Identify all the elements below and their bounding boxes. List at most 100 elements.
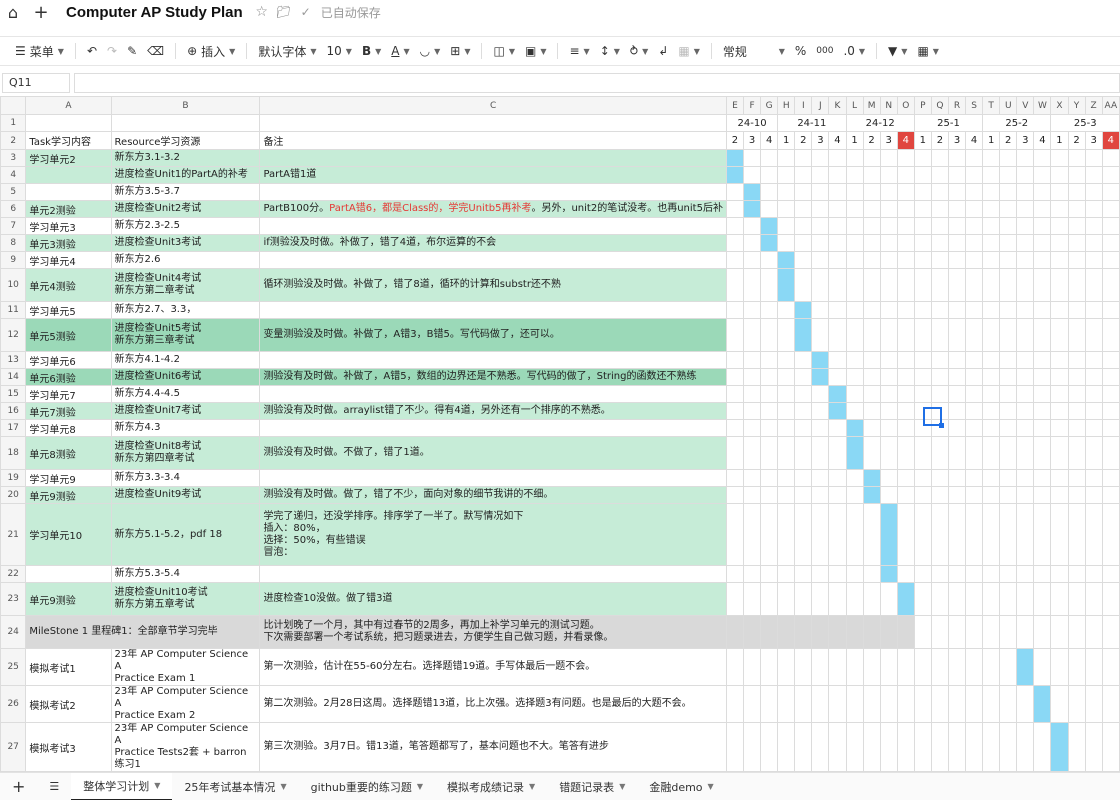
cell-reference-box[interactable]: Q11 <box>2 73 70 93</box>
week-number[interactable]: 4 <box>1033 131 1052 150</box>
gantt-cell[interactable] <box>1033 385 1052 403</box>
gantt-cell[interactable] <box>965 436 984 470</box>
month-label[interactable]: 25-2 <box>982 114 1052 132</box>
gantt-cell[interactable] <box>760 385 779 403</box>
gantt-cell[interactable] <box>896 368 915 386</box>
gantt-cell[interactable] <box>1101 503 1120 566</box>
gantt-cell[interactable] <box>845 503 864 566</box>
note-cell[interactable]: 比计划晚了一个月，其中有过春节的2周多，再加上补学习单元的测试习题。 下次需要部… <box>259 615 727 649</box>
gantt-cell[interactable] <box>1067 385 1086 403</box>
task-cell[interactable]: 单元5测验 <box>25 318 112 352</box>
task-header[interactable]: Task学习内容 <box>25 131 112 150</box>
gantt-cell[interactable] <box>845 402 864 420</box>
text-rotate-button[interactable]: ⥁ ▼ <box>625 39 653 63</box>
gantt-cell[interactable] <box>725 385 745 403</box>
gantt-cell[interactable] <box>760 183 779 201</box>
gantt-cell[interactable] <box>777 234 796 252</box>
gantt-cell[interactable] <box>1033 351 1052 369</box>
gantt-cell[interactable] <box>999 149 1018 167</box>
gantt-cell[interactable] <box>1050 149 1069 167</box>
gantt-cell[interactable] <box>794 385 813 403</box>
note-cell[interactable] <box>259 419 727 437</box>
gantt-cell[interactable] <box>845 234 864 252</box>
gantt-cell[interactable] <box>777 486 796 504</box>
row-header[interactable]: 3 <box>0 149 27 167</box>
gantt-cell[interactable] <box>777 565 796 583</box>
gantt-cell[interactable] <box>999 234 1018 252</box>
gantt-cell[interactable] <box>1016 200 1035 218</box>
clear-format-button[interactable]: ⌫ <box>142 39 169 63</box>
gantt-cell[interactable] <box>828 565 847 583</box>
gantt-cell[interactable] <box>1016 565 1035 583</box>
gantt-cell[interactable] <box>828 268 847 302</box>
column-header-J[interactable]: J <box>811 96 830 115</box>
gantt-cell[interactable] <box>1033 268 1052 302</box>
gantt-cell[interactable] <box>879 351 898 369</box>
row-header[interactable]: 14 <box>0 368 27 386</box>
gantt-cell[interactable] <box>947 648 967 686</box>
task-cell[interactable]: 单元9测验 <box>25 486 112 504</box>
table-row[interactable]: 19 学习单元9 新东方3.3-3.4 <box>0 469 1120 487</box>
gantt-cell[interactable] <box>845 217 864 235</box>
column-header-W[interactable]: W <box>1033 96 1052 115</box>
gantt-cell[interactable] <box>1050 166 1069 184</box>
gantt-cell[interactable] <box>862 436 881 470</box>
gantt-cell[interactable] <box>1101 385 1120 403</box>
gantt-cell[interactable] <box>725 318 745 352</box>
gantt-cell[interactable] <box>862 419 881 437</box>
gantt-cell[interactable] <box>1067 368 1086 386</box>
gantt-cell[interactable] <box>725 268 745 302</box>
gantt-cell[interactable] <box>896 402 915 420</box>
task-cell[interactable]: 模拟考试1 <box>25 648 112 686</box>
gantt-bar[interactable] <box>1033 685 1052 723</box>
gantt-cell[interactable] <box>982 217 1001 235</box>
gantt-cell[interactable] <box>982 183 1001 201</box>
gantt-cell[interactable] <box>1050 318 1069 352</box>
gantt-cell[interactable] <box>794 402 813 420</box>
table-row[interactable]: 24 MileStone 1 里程碑1：全部章节学习完毕 比计划晚了一个月，其中有过… <box>0 615 1120 649</box>
gantt-cell[interactable] <box>1067 149 1086 167</box>
column-header-R[interactable]: R <box>947 96 967 115</box>
gantt-cell[interactable] <box>725 486 745 504</box>
resource-cell[interactable]: 新东方4.4-4.5 <box>110 385 261 403</box>
gantt-cell[interactable] <box>760 582 779 616</box>
gantt-cell[interactable] <box>965 503 984 566</box>
row-header[interactable]: 5 <box>0 183 27 201</box>
gantt-cell[interactable] <box>862 200 881 218</box>
gantt-cell[interactable] <box>930 351 949 369</box>
gantt-cell[interactable] <box>947 318 967 352</box>
resource-cell[interactable]: 进度检查Unit6考试 <box>110 368 261 386</box>
column-header-C[interactable]: C <box>259 96 727 115</box>
gantt-cell[interactable] <box>777 722 796 772</box>
gantt-cell[interactable] <box>1033 503 1052 566</box>
spreadsheet-grid[interactable]: A B C E F G H I J K L M N O P Q R S T U V W X Y Z AA 1 24-10 24-11 24… <box>0 96 1120 772</box>
formula-input[interactable] <box>74 73 1120 93</box>
gantt-cell[interactable] <box>1050 582 1069 616</box>
gantt-cell[interactable] <box>1101 722 1120 772</box>
gantt-cell[interactable] <box>862 402 881 420</box>
percent-button[interactable]: % <box>790 39 811 63</box>
column-header-X[interactable]: X <box>1050 96 1069 115</box>
gantt-cell[interactable] <box>862 149 881 167</box>
row-header[interactable]: 4 <box>0 166 27 184</box>
gantt-cell[interactable] <box>743 217 762 235</box>
gantt-bar[interactable] <box>725 166 745 184</box>
row-header[interactable]: 11 <box>0 301 27 319</box>
gantt-cell[interactable] <box>862 685 881 723</box>
table-row[interactable]: 4 进度检查Unit1的PartA的补考 PartA错1道 <box>0 166 1120 184</box>
gantt-cell[interactable] <box>1016 368 1035 386</box>
gantt-cell[interactable] <box>794 722 813 772</box>
gantt-cell[interactable] <box>965 217 984 235</box>
gantt-cell[interactable] <box>1084 648 1103 686</box>
gantt-cell[interactable] <box>896 301 915 319</box>
gantt-cell[interactable] <box>930 301 949 319</box>
resource-cell[interactable]: 新东方2.3-2.5 <box>110 217 261 235</box>
table-row[interactable]: 21 学习单元10 新东方5.1-5.2，pdf 18 学完了递归，还没学排序。排序学… <box>0 503 1120 566</box>
gantt-cell[interactable] <box>828 469 847 487</box>
table-row[interactable]: 12 单元5测验 进度检查Unit5考试 新东方第三章考试 变量测验没及时做。补做了，… <box>0 318 1120 352</box>
gantt-cell[interactable] <box>845 166 864 184</box>
gantt-cell[interactable] <box>1016 402 1035 420</box>
gantt-cell[interactable] <box>845 486 864 504</box>
gantt-cell[interactable] <box>1101 351 1120 369</box>
gantt-cell[interactable] <box>1084 268 1103 302</box>
